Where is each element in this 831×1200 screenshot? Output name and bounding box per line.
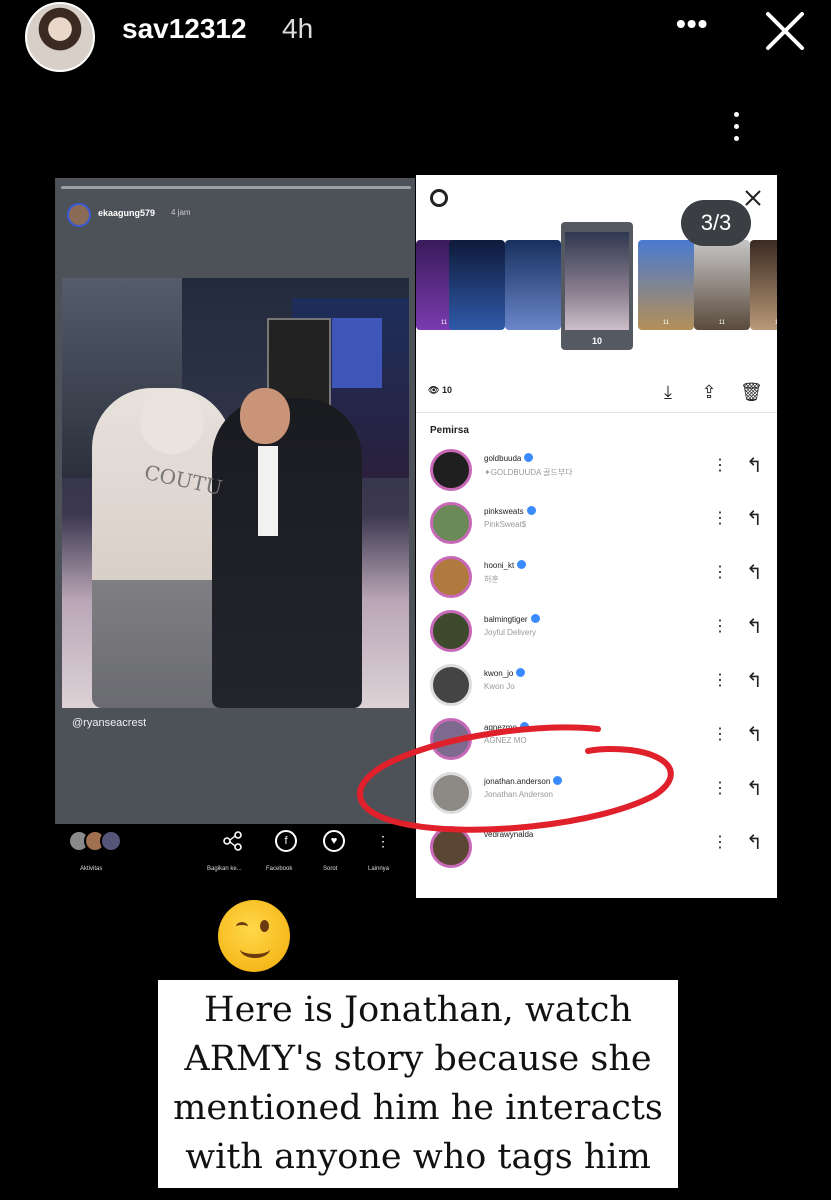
trash-icon[interactable]: 🗑 bbox=[740, 380, 763, 404]
reply-icon[interactable]: ↰ bbox=[746, 614, 763, 639]
avatar bbox=[67, 203, 91, 227]
reply-icon[interactable]: ↰ bbox=[746, 506, 763, 531]
reply-icon[interactable]: ↰ bbox=[746, 668, 763, 693]
more-label[interactable]: Lainnya bbox=[368, 866, 389, 872]
share-icon[interactable] bbox=[222, 830, 244, 852]
embedded-username: ekaagung579 bbox=[98, 208, 156, 218]
viewer-username: balmingtiger bbox=[484, 615, 528, 624]
download-icon[interactable]: ⤓ bbox=[658, 380, 678, 404]
more-icon[interactable]: ⋮ bbox=[712, 455, 728, 475]
reply-icon[interactable]: ↰ bbox=[746, 722, 763, 747]
more-options-icon[interactable]: ••• bbox=[676, 8, 708, 40]
viewer-row[interactable]: pinksweats PinkSweat$ ⋮ ↰ bbox=[416, 498, 777, 552]
story-thumbnail[interactable]: 11 bbox=[638, 240, 694, 330]
story-photo: COUTU bbox=[62, 278, 409, 708]
more-icon[interactable]: ⋮ bbox=[712, 508, 728, 528]
facebook-label[interactable]: Facebook bbox=[266, 866, 292, 872]
viewer-row[interactable]: hooni_kt 허훈 ⋮ ↰ bbox=[416, 552, 777, 606]
avatar[interactable] bbox=[430, 610, 472, 652]
more-icon[interactable]: ⋮ bbox=[712, 724, 728, 744]
viewer-username: hooni_kt bbox=[484, 561, 515, 570]
story-thumbnail[interactable]: 11 bbox=[694, 240, 750, 330]
viewer-fullname: Kwon Jo bbox=[484, 682, 515, 691]
avatar[interactable] bbox=[430, 502, 472, 544]
viewer-row[interactable]: goldbuuda ✦GOLDBUUDA 골드부다 ⋮ ↰ bbox=[416, 445, 777, 499]
more-icon[interactable]: ⋮ bbox=[712, 778, 728, 798]
close-icon[interactable] bbox=[743, 188, 763, 208]
story-thumbnail[interactable] bbox=[505, 240, 561, 330]
avatar[interactable] bbox=[430, 449, 472, 491]
more-icon[interactable]: ⋮ bbox=[712, 832, 728, 852]
views-count: 👁 10 bbox=[428, 385, 452, 395]
share-icon[interactable]: ⇪ bbox=[699, 380, 719, 404]
reply-icon[interactable]: ↰ bbox=[746, 776, 763, 801]
activity-avatars-icon[interactable] bbox=[68, 830, 128, 852]
more-icon[interactable]: ⋮ bbox=[712, 616, 728, 636]
reply-icon[interactable]: ↰ bbox=[746, 453, 763, 478]
viewer-row[interactable]: kwon_jo Kwon Jo ⋮ ↰ bbox=[416, 660, 777, 714]
share-label[interactable]: Bagikan ke... bbox=[207, 866, 242, 872]
vertical-more-icon[interactable] bbox=[726, 112, 746, 148]
viewer-fullname: PinkSweat$ bbox=[484, 520, 527, 529]
verified-badge-icon bbox=[517, 560, 527, 569]
viewer-fullname: ✦GOLDBUUDA 골드부다 bbox=[484, 468, 573, 477]
more-icon[interactable]: ⋮ bbox=[712, 670, 728, 690]
highlight-label[interactable]: Sorot bbox=[323, 866, 337, 872]
reply-icon[interactable]: ↰ bbox=[746, 560, 763, 585]
story-progress-bar bbox=[61, 186, 411, 189]
viewer-fullname: Joyful Delivery bbox=[484, 628, 537, 637]
verified-badge-icon bbox=[530, 614, 540, 623]
story-thumbnail[interactable]: 11 bbox=[750, 240, 777, 330]
wink-emoji-icon bbox=[218, 900, 290, 972]
settings-icon[interactable] bbox=[430, 189, 448, 207]
story-timestamp: 4h bbox=[282, 13, 314, 44]
divider bbox=[416, 412, 777, 413]
verified-badge-icon bbox=[526, 506, 536, 515]
story-username[interactable]: sav12312 bbox=[122, 13, 247, 45]
highlight-circle bbox=[357, 724, 674, 833]
mention-tag[interactable]: @ryanseacrest bbox=[72, 717, 146, 729]
viewer-username: kwon_jo bbox=[484, 669, 514, 678]
section-title: Pemirsa bbox=[430, 425, 469, 436]
page-badge: 3/3 bbox=[681, 200, 751, 246]
caption-text: Here is Jonathan, watch ARMY's story bec… bbox=[158, 980, 678, 1188]
viewer-row[interactable]: balmingtiger Joyful Delivery ⋮ ↰ bbox=[416, 606, 777, 660]
verified-badge-icon bbox=[516, 668, 526, 677]
avatar[interactable] bbox=[430, 664, 472, 706]
viewer-username: pinksweats bbox=[484, 507, 524, 516]
embedded-timestamp: 4 jam bbox=[171, 208, 191, 217]
viewer-username: goldbuuda bbox=[484, 454, 522, 463]
viewer-fullname: 허훈 bbox=[484, 575, 499, 584]
selected-story-thumbnail[interactable]: 10 bbox=[561, 222, 633, 350]
avatar[interactable] bbox=[430, 556, 472, 598]
close-icon[interactable] bbox=[760, 6, 810, 56]
facebook-icon[interactable]: f bbox=[275, 830, 297, 852]
avatar[interactable] bbox=[25, 2, 95, 72]
story-thumbnail[interactable] bbox=[449, 240, 505, 330]
activity-label[interactable]: Aktivitas bbox=[80, 866, 102, 872]
verified-badge-icon bbox=[524, 453, 534, 462]
reply-icon[interactable]: ↰ bbox=[746, 830, 763, 855]
more-icon[interactable]: ⋮ bbox=[712, 562, 728, 582]
